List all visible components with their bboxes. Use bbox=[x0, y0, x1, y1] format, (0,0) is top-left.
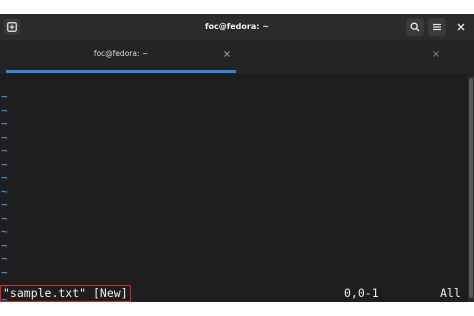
empty-line-tilde: ~ bbox=[1, 238, 8, 252]
tab-close-button[interactable] bbox=[431, 49, 441, 59]
tab-bar: foc@fedora: ~ bbox=[0, 40, 474, 86]
hamburger-menu-icon bbox=[433, 23, 441, 31]
close-icon bbox=[457, 23, 465, 31]
empty-line-tilde: ~ bbox=[1, 157, 8, 171]
close-icon bbox=[433, 51, 439, 57]
tab-label bbox=[238, 44, 448, 64]
tab-second[interactable] bbox=[238, 44, 448, 70]
scrollbar[interactable] bbox=[468, 76, 474, 302]
empty-line-tilde: ~ bbox=[1, 117, 8, 130]
empty-line-tilde: ~ bbox=[1, 225, 8, 238]
empty-line-tilde: ~ bbox=[1, 252, 8, 265]
cursor-position: 0,0-1 bbox=[344, 286, 379, 300]
tab-close-button[interactable] bbox=[222, 49, 232, 59]
empty-line-tilde: ~ bbox=[1, 130, 8, 144]
menu-button[interactable] bbox=[428, 18, 446, 36]
empty-line-tilde: ~ bbox=[1, 265, 8, 279]
title-bar: foc@fedora: ~ bbox=[0, 14, 474, 40]
close-window-button[interactable] bbox=[452, 18, 470, 36]
empty-line-tilde: ~ bbox=[1, 103, 8, 117]
tab-label: foc@fedora: ~ bbox=[93, 49, 149, 58]
tab-foc-fedora-active[interactable]: foc@fedora: ~ bbox=[6, 44, 236, 70]
close-icon bbox=[224, 51, 230, 57]
empty-line-tilde: ~ bbox=[1, 211, 8, 225]
search-button[interactable] bbox=[406, 18, 424, 36]
search-icon bbox=[410, 22, 420, 32]
scrollbar-thumb[interactable] bbox=[469, 78, 473, 298]
empty-line-tilde: ~ bbox=[1, 184, 8, 198]
empty-line-tilde: ~ bbox=[1, 90, 8, 103]
empty-line-tilde: ~ bbox=[1, 144, 8, 157]
window-title: foc@fedora: ~ bbox=[205, 22, 269, 31]
file-status-message: "sample.txt" [New] bbox=[0, 285, 131, 302]
active-tab-indicator bbox=[6, 70, 236, 73]
empty-line-tilde: ~ bbox=[1, 198, 8, 211]
vim-status-line: "sample.txt" [New] 0,0-1 All bbox=[0, 285, 468, 302]
vim-editor-area[interactable]: ~ ~ ~ ~ ~ ~ ~ ~ ~ ~ ~ ~ ~ ~ ~ ~ bbox=[0, 76, 468, 302]
empty-line-tilde: ~ bbox=[1, 171, 8, 184]
scroll-position: All bbox=[440, 286, 461, 300]
terminal-window: foc@fedora: ~ foc@fedora: ~ ~ ~ ~ ~ ~ ~ … bbox=[0, 14, 474, 302]
